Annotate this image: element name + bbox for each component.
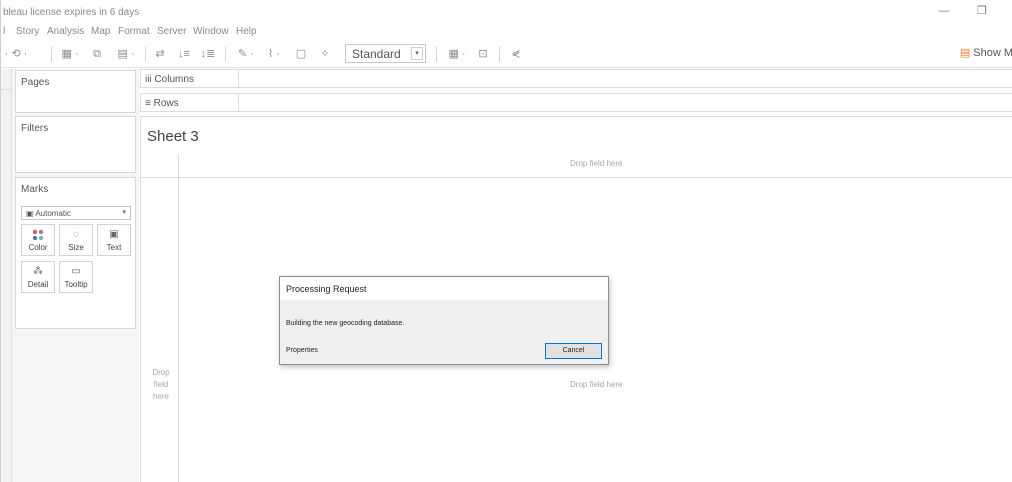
detail-icon: ⁂ <box>33 266 43 277</box>
drop-zone-columns[interactable]: Drop field here <box>570 159 622 168</box>
columns-shelf-label: Columns <box>154 74 194 85</box>
menu-item-window[interactable]: Window <box>193 26 229 37</box>
size-icon: ◌ <box>73 229 79 240</box>
pin-icon[interactable]: ✧ <box>317 46 333 62</box>
text-mark-icon: ▣ <box>26 209 34 218</box>
share-icon[interactable]: ⋞ <box>507 46 525 62</box>
menu-item-server[interactable]: Server <box>157 26 186 37</box>
menu-item-analysis[interactable]: Analysis <box>47 26 84 37</box>
pages-card-title: Pages <box>21 77 50 88</box>
text-button[interactable]: ▣ Text <box>97 224 131 256</box>
swap-icon[interactable]: ⇄ <box>151 46 169 62</box>
tooltip-button[interactable]: ▭ Tooltip <box>59 261 93 293</box>
text-icon: ▣ <box>109 229 119 240</box>
columns-shelf[interactable]: iii Columns <box>140 69 1012 88</box>
duplicate-sheet-icon[interactable]: ⧉ <box>87 46 107 62</box>
menu-item-format[interactable]: Format <box>118 26 150 37</box>
presentation-icon[interactable]: ⊡ <box>474 46 492 62</box>
columns-icon: iii <box>145 74 152 85</box>
menu-item-help[interactable]: Help <box>236 26 257 37</box>
filters-card-title: Filters <box>21 123 49 134</box>
drop-zone-rows[interactable]: Drop field here <box>149 367 173 403</box>
rows-shelf-label: Rows <box>153 98 179 109</box>
fit-icon[interactable]: ▦ · <box>442 46 472 62</box>
fit-dropdown-value: Standard <box>352 47 401 61</box>
highlight-icon[interactable]: ✎ · <box>233 46 259 62</box>
menu-bar: l Story Analysis Map Format Server Windo… <box>1 22 1012 40</box>
restore-button[interactable]: ❐ <box>973 4 991 18</box>
size-label: Size <box>68 243 84 252</box>
clear-sheet-icon[interactable]: ▤ · <box>111 46 141 62</box>
license-notice: bleau license expires in 6 days <box>3 7 140 18</box>
toolbar: · ⟲ · ▦ · ⧉ ▤ · ⇄ ↓≡ ↓≣ ✎ · ⌇ · ▢ ✧ Stan… <box>1 40 1012 68</box>
detail-label: Detail <box>27 280 49 289</box>
cancel-button[interactable]: Cancel <box>545 343 602 359</box>
fit-dropdown[interactable]: Standard ▾ <box>345 44 426 63</box>
pages-card[interactable]: Pages <box>15 70 136 113</box>
tooltip-icon: ▭ <box>71 266 81 277</box>
title-bar: bleau license expires in 6 days — ❐ <box>1 0 1012 22</box>
dialog-title: Processing Request <box>286 284 367 294</box>
size-button[interactable]: ◌ Size <box>59 224 93 256</box>
sort-desc-icon[interactable]: ↓≣ <box>199 46 217 62</box>
marks-card-title: Marks <box>21 184 49 195</box>
chevron-down-icon: ▾ <box>122 209 126 216</box>
rows-shelf[interactable]: ≡ Rows <box>140 93 1012 112</box>
new-datasource-icon[interactable]: ▦ · <box>55 46 85 62</box>
detail-button[interactable]: ⁂ Detail <box>21 261 55 293</box>
processing-request-dialog: Processing Request Building the new geoc… <box>279 276 609 365</box>
show-me-label: Show M <box>973 47 1012 59</box>
color-label: Color <box>28 243 48 252</box>
marks-card: Marks ▣ Automatic ▾ Color ◌ Size ▣ Text … <box>15 177 136 329</box>
text-label: Text <box>106 243 122 252</box>
label-icon[interactable]: ▢ <box>293 46 309 62</box>
mark-type-dropdown[interactable]: ▣ Automatic ▾ <box>21 206 131 220</box>
minimize-button[interactable]: — <box>935 4 953 18</box>
color-button[interactable]: Color <box>21 224 55 256</box>
tooltip-label: Tooltip <box>64 280 88 289</box>
dialog-message: Building the new geocoding database. <box>286 320 405 327</box>
rows-icon: ≡ <box>145 98 151 109</box>
menu-item-dashboard[interactable]: l <box>3 26 5 37</box>
group-icon[interactable]: ⌇ · <box>261 46 287 62</box>
sort-asc-icon[interactable]: ↓≡ <box>175 46 193 62</box>
mark-type-value: Automatic <box>35 209 71 218</box>
chevron-down-icon: ▾ <box>411 47 423 60</box>
color-icon <box>22 229 54 241</box>
sheet-title[interactable]: Sheet 3 <box>147 128 199 145</box>
drop-zone-view[interactable]: Drop field here <box>570 380 622 389</box>
show-me-icon: ▤ <box>959 47 971 59</box>
tableau-window: bleau license expires in 6 days — ❐ l St… <box>0 0 1012 482</box>
data-pane-collapsed[interactable] <box>1 69 12 482</box>
show-me-button[interactable]: ▤ Show M <box>960 46 1012 59</box>
undo-icon[interactable]: · ⟲ · <box>1 46 31 62</box>
properties-link[interactable]: Properties <box>286 347 318 354</box>
dialog-header: Processing Request <box>280 277 608 300</box>
menu-item-map[interactable]: Map <box>91 26 110 37</box>
filters-card[interactable]: Filters <box>15 116 136 173</box>
menu-item-story[interactable]: Story <box>16 26 39 37</box>
